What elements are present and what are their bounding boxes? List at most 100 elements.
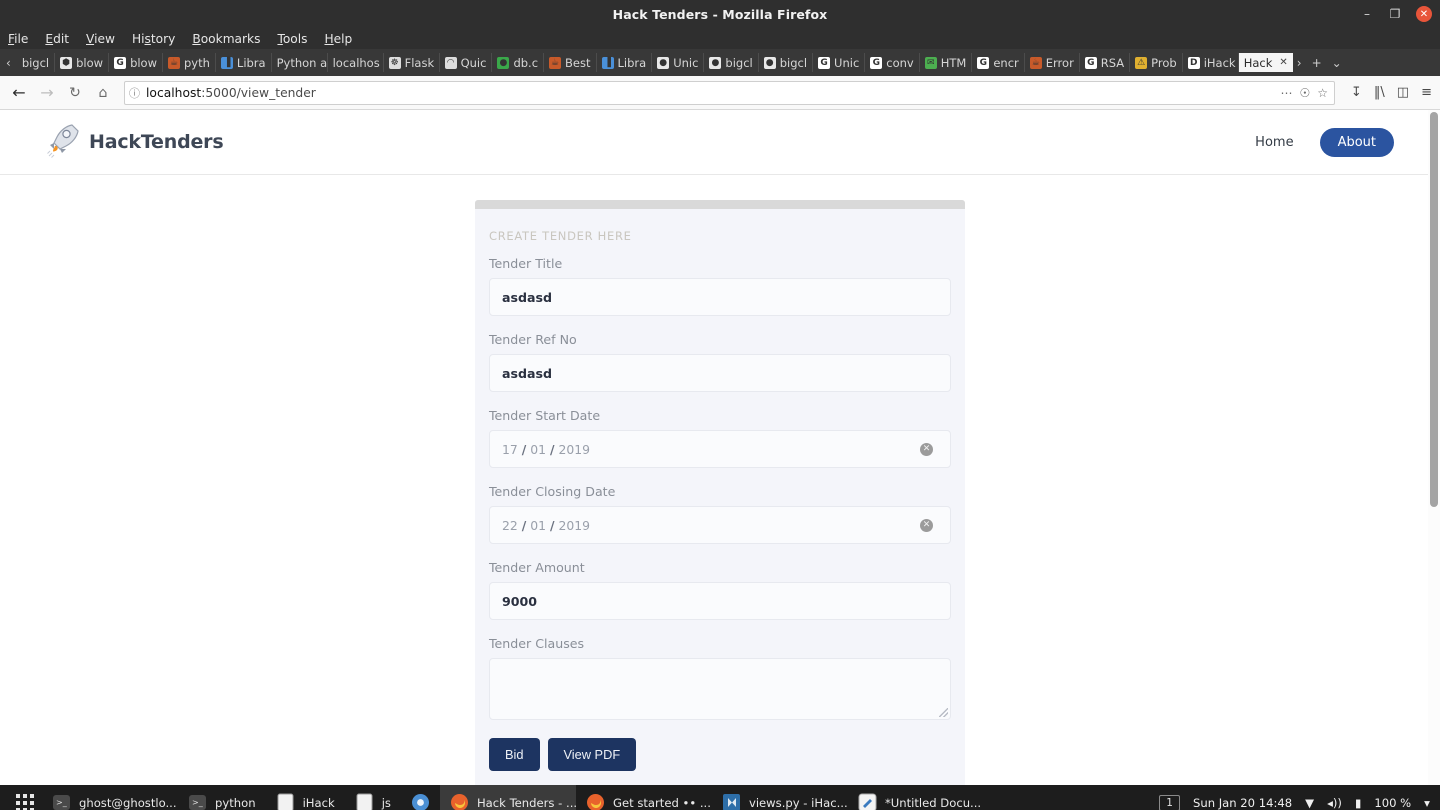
browser-tab[interactable]: ⬢ blow bbox=[55, 53, 110, 72]
home-icon[interactable]: ⌂ bbox=[92, 82, 114, 104]
reload-icon[interactable]: ↻ bbox=[64, 82, 86, 104]
input-tender-title[interactable]: asdasd bbox=[489, 278, 951, 316]
favicon-icon: ◠ bbox=[444, 56, 457, 69]
app-grid-icon[interactable] bbox=[4, 785, 42, 810]
browser-tab[interactable]: ☕ Error bbox=[1025, 53, 1080, 72]
view-pdf-button[interactable]: View PDF bbox=[547, 738, 637, 771]
browser-tab[interactable]: ◠ Quic bbox=[440, 53, 493, 72]
browser-tab[interactable]: Gblow bbox=[109, 53, 163, 72]
site-info-icon[interactable]: ⓘ bbox=[129, 85, 140, 101]
browser-navigation-bar: ← → ↻ ⌂ ⓘ localhost:5000/view_tender ⋯ ☉… bbox=[0, 76, 1440, 110]
resize-grip-icon[interactable] bbox=[939, 708, 948, 717]
favicon-icon: G bbox=[977, 56, 990, 69]
workspace-indicator[interactable]: 1 bbox=[1159, 794, 1180, 810]
tab-label: blow bbox=[76, 55, 104, 70]
taskbar-item[interactable] bbox=[401, 785, 440, 810]
close-tab-icon[interactable]: ✕ bbox=[1279, 57, 1287, 68]
file-icon bbox=[276, 793, 295, 810]
menu-item-view[interactable]: View bbox=[86, 32, 115, 46]
menu-item-file[interactable]: File bbox=[8, 32, 28, 46]
taskbar-item-label: python bbox=[215, 795, 256, 810]
browser-tab[interactable]: G RSA bbox=[1080, 53, 1131, 72]
browser-tab[interactable]: ● db.c bbox=[492, 53, 545, 72]
browser-tab[interactable]: Python a bbox=[272, 53, 328, 72]
clock[interactable]: Sun Jan 20 14:48 bbox=[1193, 796, 1292, 810]
input-tender-closing-date[interactable]: 22 / 01 / 2019 ✕ bbox=[489, 506, 951, 544]
browser-tab[interactable]: ▐ Libra bbox=[216, 53, 272, 72]
scrollbar-thumb[interactable] bbox=[1430, 112, 1438, 507]
downloads-icon[interactable]: ↧ bbox=[1351, 85, 1362, 100]
system-menu-caret-icon[interactable]: ▾ bbox=[1424, 796, 1430, 810]
taskbar-item[interactable]: >_ python bbox=[178, 785, 266, 810]
back-icon[interactable]: ← bbox=[8, 82, 30, 104]
menu-item-bookmarks[interactable]: Bookmarks bbox=[192, 32, 260, 46]
browser-tab[interactable]: localhos bbox=[328, 53, 384, 72]
menu-item-help[interactable]: Help bbox=[324, 32, 352, 46]
hamburger-menu-icon[interactable]: ≡ bbox=[1421, 85, 1432, 100]
page-actions-icon[interactable]: ⋯ bbox=[1280, 86, 1292, 100]
page-scrollbar[interactable] bbox=[1428, 110, 1440, 785]
nav-link-home[interactable]: Home bbox=[1255, 135, 1293, 150]
taskbar-item[interactable]: >_ ghost@ghostlo... bbox=[42, 785, 178, 810]
browser-tab[interactable]: ● Unic bbox=[652, 53, 705, 72]
library-icon[interactable]: ‖\ bbox=[1374, 85, 1385, 100]
browser-tab[interactable]: ☕ pyth bbox=[163, 53, 216, 72]
battery-icon[interactable]: ▮ bbox=[1355, 796, 1361, 810]
taskbar-item[interactable]: Hack Tenders - ... bbox=[439, 785, 576, 810]
label-tender-ref-no: Tender Ref No bbox=[489, 332, 577, 347]
start-date-sep1: / bbox=[521, 441, 527, 457]
nav-link-about[interactable]: About bbox=[1319, 127, 1394, 157]
browser-tab[interactable]: bigcl bbox=[17, 53, 56, 72]
sidebar-icon[interactable]: ◫ bbox=[1397, 85, 1409, 100]
taskbar-item[interactable]: iHack bbox=[266, 785, 345, 810]
desktop-taskbar: >_ ghost@ghostlo... >_ python iHack js Hack Te… bbox=[0, 785, 1440, 810]
tab-list-icon[interactable]: ⌄ bbox=[1328, 56, 1348, 70]
browser-tab[interactable]: DiHack bbox=[1183, 53, 1239, 72]
favicon-icon: G bbox=[114, 56, 127, 69]
browser-tab[interactable]: ☸ Flask bbox=[384, 53, 440, 72]
taskbar-item[interactable]: views.py - iHac... bbox=[712, 785, 848, 810]
browser-tab[interactable]: ● bigcl bbox=[759, 53, 814, 72]
browser-tab-active[interactable]: Hack ✕ bbox=[1238, 53, 1293, 72]
pocket-icon[interactable]: ☉ bbox=[1299, 86, 1310, 100]
tab-label: localhos bbox=[332, 55, 380, 70]
menu-item-tools[interactable]: Tools bbox=[277, 32, 307, 46]
new-tab-icon[interactable]: + bbox=[1308, 56, 1328, 70]
volume-icon[interactable]: ◂)) bbox=[1327, 796, 1342, 810]
tab-label: encr bbox=[993, 55, 1019, 70]
browser-tab[interactable]: ☕ Best bbox=[544, 53, 597, 72]
forward-icon[interactable]: → bbox=[36, 82, 58, 104]
taskbar-item[interactable]: Get started •• ... bbox=[576, 785, 712, 810]
close-window-button[interactable]: ✕ bbox=[1416, 6, 1432, 22]
browser-tab[interactable]: ● bigcl bbox=[704, 53, 759, 72]
input-tender-start-date[interactable]: 17 / 01 / 2019 ✕ bbox=[489, 430, 951, 468]
bookmark-star-icon[interactable]: ☆ bbox=[1317, 86, 1328, 100]
favicon-icon: ☕ bbox=[1029, 56, 1042, 69]
browser-tab[interactable]: ▐ Libra bbox=[597, 53, 653, 72]
url-bar[interactable]: ⓘ localhost:5000/view_tender ⋯ ☉ ☆ bbox=[124, 80, 1335, 105]
menu-item-edit[interactable]: Edit bbox=[45, 32, 69, 46]
input-tender-clauses[interactable] bbox=[489, 658, 951, 720]
scroll-right-icon[interactable]: › bbox=[1293, 56, 1308, 70]
browser-tab[interactable]: Gconv bbox=[865, 53, 920, 72]
scroll-left-icon[interactable]: ‹ bbox=[2, 56, 17, 70]
bid-button[interactable]: Bid bbox=[489, 738, 540, 771]
wifi-icon[interactable]: ▼ bbox=[1305, 796, 1314, 810]
clear-closing-date-icon[interactable]: ✕ bbox=[920, 518, 933, 532]
input-tender-ref-no[interactable]: asdasd bbox=[489, 354, 951, 392]
clear-start-date-icon[interactable]: ✕ bbox=[920, 442, 933, 456]
browser-tab[interactable]: ⚠ Prob bbox=[1130, 53, 1183, 72]
vscode-icon bbox=[722, 793, 741, 810]
browser-tab[interactable]: G Unic bbox=[813, 53, 866, 72]
field-tender-ref-no: Tender Ref No asdasd bbox=[489, 332, 951, 392]
svg-text:>_: >_ bbox=[56, 798, 68, 807]
browser-tab[interactable]: Gencr bbox=[972, 53, 1025, 72]
taskbar-item[interactable]: *Untitled Docu... bbox=[848, 785, 984, 810]
input-tender-amount[interactable]: 9000 bbox=[489, 582, 951, 620]
taskbar-item[interactable]: js bbox=[345, 785, 401, 810]
menu-item-history[interactable]: History bbox=[132, 32, 175, 46]
brand-logo[interactable]: HackTenders bbox=[46, 121, 224, 163]
maximize-button[interactable]: ❐ bbox=[1388, 8, 1402, 20]
minimize-button[interactable]: – bbox=[1360, 8, 1374, 20]
browser-tab[interactable]: ✉ HTM bbox=[920, 53, 973, 72]
